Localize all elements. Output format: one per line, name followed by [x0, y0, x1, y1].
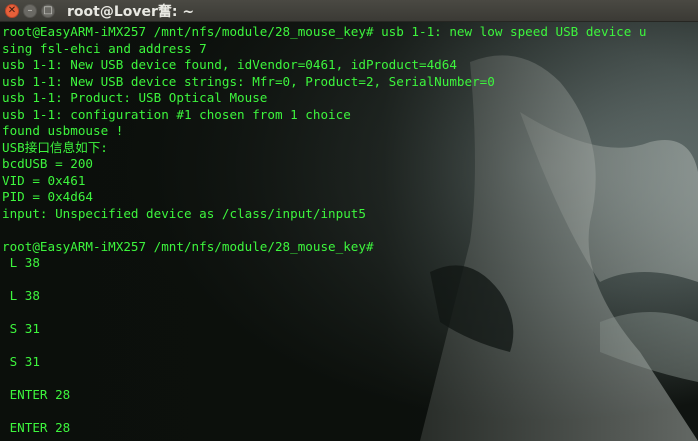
terminal-line: root@EasyARM-iMX257 /mnt/nfs/module/28_m…: [2, 24, 647, 39]
window-controls: ✕ – □: [5, 3, 55, 18]
terminal-line: found usbmouse !: [2, 123, 124, 138]
terminal-line: ENTER 28: [2, 420, 71, 435]
close-button[interactable]: ✕: [5, 3, 19, 18]
terminal-line: input: Unspecified device as /class/inpu…: [2, 205, 366, 221]
title-bar: ✕ – □ root@Lover奮: ~: [0, 0, 698, 22]
terminal-line: usb 1-1: Product: USB Optical Mouse: [2, 90, 268, 105]
terminal-line: L 38: [2, 255, 40, 270]
terminal-line: root@EasyARM-iMX257 /mnt/nfs/module/28_m…: [2, 238, 374, 254]
terminal-line: L 38: [2, 288, 40, 303]
terminal-line: ENTER 28: [2, 387, 71, 402]
terminal-line: VID = 0x461: [2, 172, 86, 188]
terminal-line: bcdUSB = 200: [2, 156, 93, 171]
minimize-button[interactable]: –: [23, 3, 37, 18]
terminal-line: usb 1-1: New USB device strings: Mfr=0, …: [2, 73, 495, 89]
terminal-line: S 31: [2, 321, 40, 336]
terminal-output[interactable]: root@EasyARM-iMX257 /mnt/nfs/module/28_m…: [0, 22, 698, 441]
maximize-button[interactable]: □: [41, 3, 55, 18]
terminal-line: USB接口信息如下:: [2, 139, 108, 155]
terminal-line: S 31: [2, 354, 40, 369]
terminal-line: sing fsl-ehci and address 7: [2, 40, 207, 56]
terminal-line: usb 1-1: configuration #1 chosen from 1 …: [2, 106, 351, 122]
terminal-line: PID = 0x4d64: [2, 189, 93, 204]
window-title: root@Lover奮: ~: [67, 3, 195, 20]
terminal-line: usb 1-1: New USB device found, idVendor=…: [2, 57, 457, 72]
